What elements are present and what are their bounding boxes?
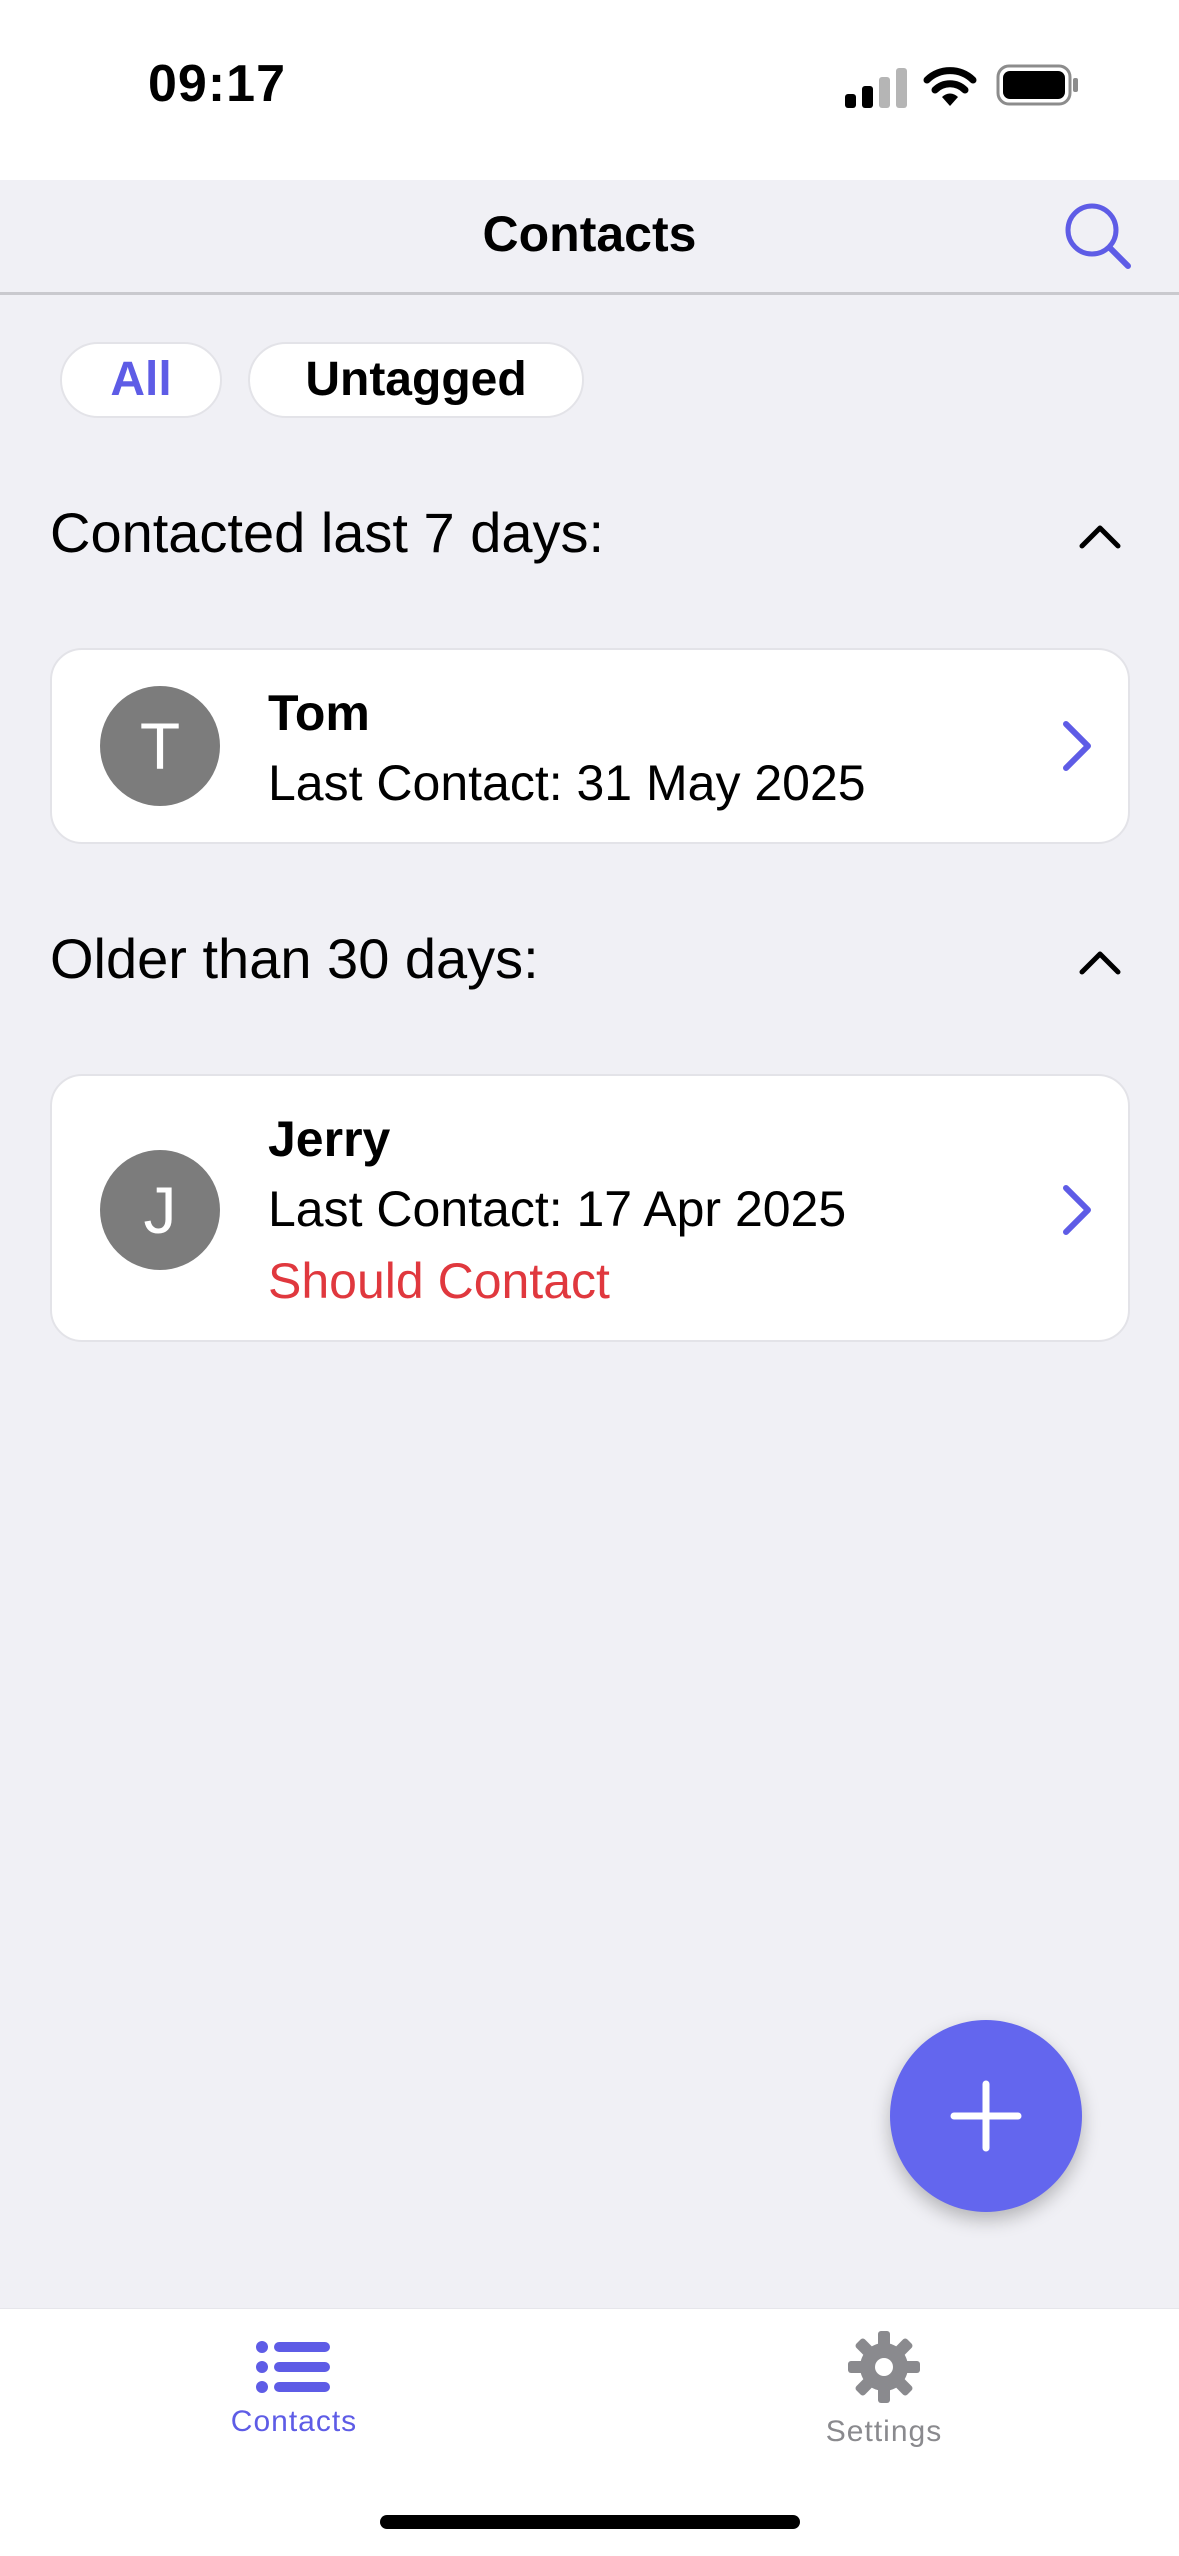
tab-settings[interactable]: Settings	[734, 2331, 1034, 2479]
plus-icon	[950, 2080, 1022, 2152]
chevron-up-icon	[1079, 525, 1121, 549]
tab-label: Contacts	[230, 2405, 358, 2438]
status-time: 09:17	[148, 55, 286, 113]
nav-divider	[0, 292, 1179, 295]
section-header-older: Older than 30 days:	[50, 926, 1130, 1006]
section-header-recent: Contacted last 7 days:	[50, 500, 1130, 580]
collapse-section-button[interactable]	[1070, 932, 1130, 992]
tab-bar: Contacts Settings	[0, 2308, 1179, 2556]
wifi-icon	[923, 67, 977, 106]
add-contact-button[interactable]	[890, 2020, 1082, 2212]
chevron-right-icon	[1063, 721, 1091, 771]
section-title: Contacted last 7 days:	[50, 501, 605, 564]
tab-label: Settings	[825, 2415, 943, 2448]
contact-name: Tom	[268, 685, 370, 741]
page-title: Contacts	[482, 206, 697, 262]
section-title: Older than 30 days:	[50, 927, 539, 990]
last-contact-date: Last Contact: 17 Apr 2025	[268, 1181, 847, 1237]
contact-card-jerry[interactable]: J Jerry Last Contact: 17 Apr 2025 Should…	[50, 1074, 1130, 1342]
list-icon	[256, 2341, 330, 2393]
tab-contacts[interactable]: Contacts	[144, 2339, 444, 2479]
search-icon	[1065, 203, 1131, 269]
home-indicator	[380, 2515, 800, 2529]
avatar: J	[100, 1150, 220, 1270]
screen: 09:17 Contacts All Untagged Contacted la…	[0, 0, 1179, 2556]
contact-card-tom[interactable]: T Tom Last Contact: 31 May 2025	[50, 648, 1130, 844]
collapse-section-button[interactable]	[1070, 506, 1130, 566]
cellular-signal-icon	[845, 68, 907, 108]
filter-chip-all[interactable]: All	[60, 342, 222, 418]
status-bar: 09:17	[0, 0, 1179, 180]
chevron-right-icon	[1063, 1185, 1091, 1235]
should-contact-flag: Should Contact	[268, 1253, 610, 1309]
battery-icon	[996, 64, 1078, 106]
contact-name: Jerry	[268, 1111, 391, 1167]
filter-chip-untagged[interactable]: Untagged	[248, 342, 584, 418]
search-button[interactable]	[1062, 200, 1134, 272]
last-contact-date: Last Contact: 31 May 2025	[268, 755, 866, 811]
gear-icon	[848, 2331, 920, 2403]
avatar: T	[100, 686, 220, 806]
chevron-up-icon	[1079, 951, 1121, 975]
